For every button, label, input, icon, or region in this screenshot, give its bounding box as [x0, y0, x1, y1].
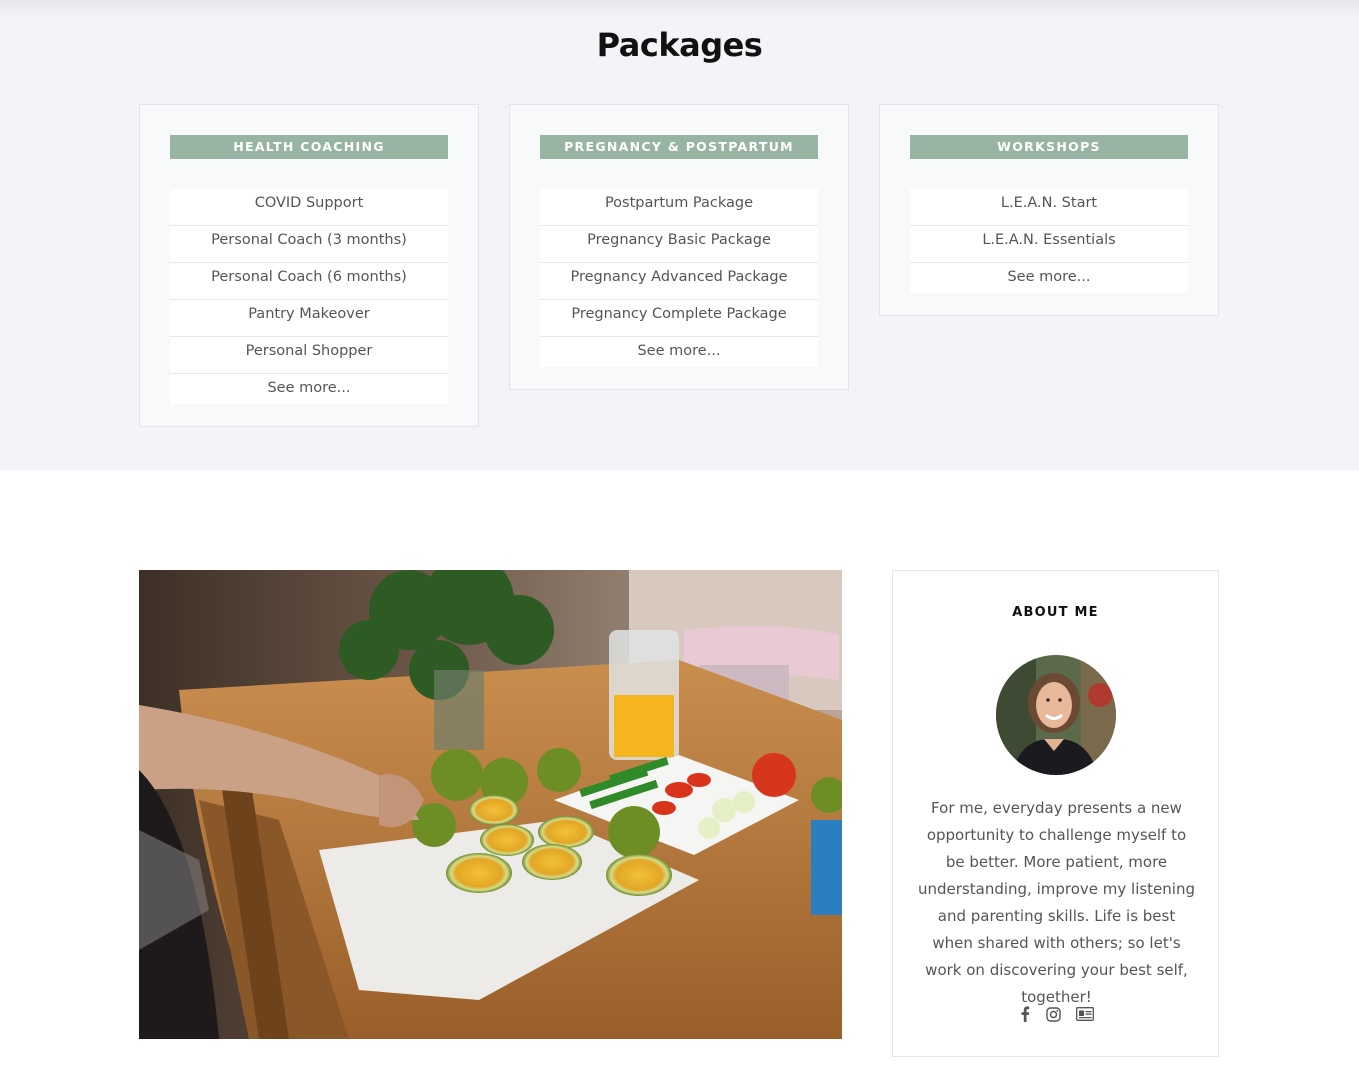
- package-link[interactable]: Personal Coach (6 months): [170, 263, 448, 300]
- about-text: For me, everyday presents a new opportun…: [918, 799, 1195, 1006]
- package-header: WORKSHOPS: [910, 135, 1188, 159]
- portrait-image: [996, 655, 1116, 775]
- package-link[interactable]: Personal Coach (3 months): [170, 226, 448, 263]
- package-link[interactable]: Pregnancy Complete Package: [540, 300, 818, 337]
- see-more-link[interactable]: See more...: [170, 374, 448, 404]
- package-link[interactable]: Pantry Makeover: [170, 300, 448, 337]
- contact-card-icon[interactable]: [1075, 1005, 1095, 1023]
- package-card-workshops: WORKSHOPS L.E.A.N. Start L.E.A.N. Essent…: [879, 104, 1219, 316]
- package-header: PREGNANCY & POSTPARTUM: [540, 135, 818, 159]
- food-prep-image: [139, 570, 842, 1039]
- packages-section: Packages HEALTH COACHING COVID Support P…: [0, 0, 1359, 470]
- section-title: Packages: [596, 26, 763, 64]
- package-link[interactable]: COVID Support: [170, 189, 448, 226]
- avatar: [996, 655, 1116, 775]
- package-link[interactable]: Postpartum Package: [540, 189, 818, 226]
- kitchen-table-photo: [139, 570, 842, 1039]
- package-link[interactable]: Pregnancy Advanced Package: [540, 263, 818, 300]
- package-card-health-coaching: HEALTH COACHING COVID Support Personal C…: [139, 104, 479, 427]
- see-more-link[interactable]: See more...: [540, 337, 818, 367]
- see-more-link[interactable]: See more...: [910, 263, 1188, 293]
- about-title: ABOUT ME: [1012, 605, 1099, 620]
- package-link[interactable]: Pregnancy Basic Package: [540, 226, 818, 263]
- social-links: [893, 1005, 1218, 1023]
- package-header: HEALTH COACHING: [170, 135, 448, 159]
- package-link[interactable]: Personal Shopper: [170, 337, 448, 374]
- instagram-icon[interactable]: [1046, 1005, 1062, 1023]
- package-card-pregnancy-postpartum: PREGNANCY & POSTPARTUM Postpartum Packag…: [509, 104, 849, 390]
- about-me-card: ABOUT ME For me, everyday presents a new…: [892, 570, 1219, 1057]
- facebook-icon[interactable]: [1017, 1005, 1033, 1023]
- package-link[interactable]: L.E.A.N. Start: [910, 189, 1188, 226]
- package-link[interactable]: L.E.A.N. Essentials: [910, 226, 1188, 263]
